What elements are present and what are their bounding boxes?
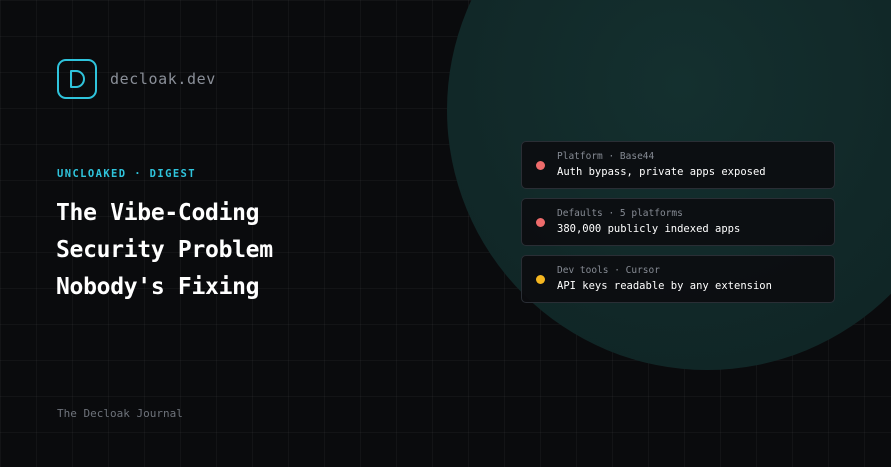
headline-line: Nobody's Fixing	[56, 274, 260, 300]
status-dot-icon	[536, 274, 545, 284]
publication-name: The Decloak Journal	[57, 407, 183, 420]
finding-meta: Dev tools · Cursor	[557, 265, 660, 276]
brand-logo: decloak.dev	[57, 59, 216, 99]
finding-card: Defaults · 5 platforms 380,000 publicly …	[521, 198, 835, 246]
headline-line: Security Problem	[56, 237, 273, 263]
brand-name: decloak.dev	[110, 70, 216, 88]
status-dot-icon	[536, 160, 545, 170]
finding-title: Auth bypass, private apps exposed	[557, 166, 766, 178]
section-kicker: UNCLOAKED · DIGEST	[57, 168, 196, 180]
status-dot-icon	[536, 217, 545, 227]
d-letter-icon	[57, 59, 97, 99]
finding-title: 380,000 publicly indexed apps	[557, 223, 741, 235]
findings-list: Platform · Base44 Auth bypass, private a…	[521, 141, 835, 312]
finding-card: Platform · Base44 Auth bypass, private a…	[521, 141, 835, 189]
finding-card: Dev tools · Cursor API keys readable by …	[521, 255, 835, 303]
finding-title: API keys readable by any extension	[557, 280, 772, 292]
finding-meta: Platform · Base44	[557, 151, 655, 162]
digest-cover: decloak.dev UNCLOAKED · DIGEST The Vibe-…	[0, 0, 891, 467]
headline-line: The Vibe-Coding	[56, 200, 260, 226]
finding-meta: Defaults · 5 platforms	[557, 208, 683, 219]
headline: The Vibe-Coding Security Problem Nobody'…	[56, 195, 273, 306]
